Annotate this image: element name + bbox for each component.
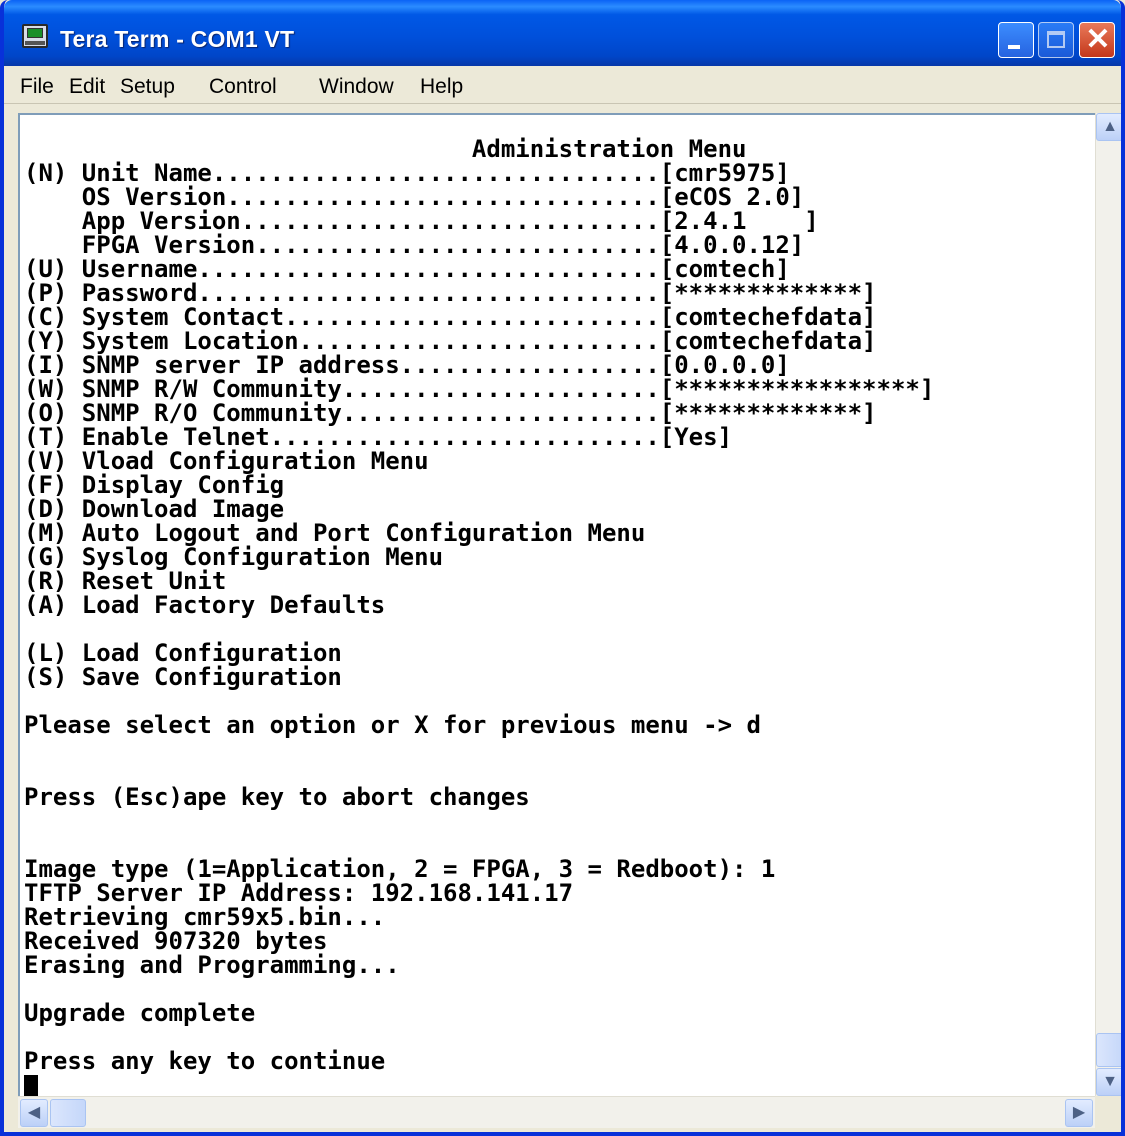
menu-setup[interactable]: Setup [120,75,175,99]
terminal-line: App Version.............................… [24,207,819,235]
terminal-screen[interactable]: Administration Menu (N) Unit Name.......… [18,113,1095,1096]
terminal-line: Retrieving cmr59x5.bin... [24,903,386,931]
terminal-line: (W) SNMP R/W Community..................… [24,375,935,403]
terminal-line: (D) Download Image [24,495,285,523]
terminal-line: (P) Password............................… [24,279,877,307]
terminal-line: (T) Enable Telnet.......................… [24,423,733,451]
terminal-line: (O) SNMP R/O Community..................… [24,399,877,427]
scroll-right-button[interactable]: ▶ [1065,1099,1093,1127]
menu-file[interactable]: File [20,75,54,99]
resize-grip[interactable] [1098,1099,1121,1125]
scroll-down-button[interactable]: ▼ [1096,1068,1121,1096]
close-icon: ✕ [1085,23,1111,56]
minimize-icon [1008,45,1020,49]
terminal-line: (S) Save Configuration [24,663,342,691]
maximize-button[interactable] [1038,22,1074,58]
terminal-line: (Y) System Location.....................… [24,327,877,355]
scroll-thumb-horizontal[interactable] [50,1099,86,1127]
scroll-left-button[interactable]: ◀ [20,1099,48,1127]
terminal-line: (F) Display Config [24,471,285,499]
horizontal-scrollbar[interactable]: ◀ ▶ [18,1096,1095,1128]
terminal-line: Upgrade complete [24,999,256,1027]
terminal-cursor [24,1075,38,1096]
terminal-line: TFTP Server IP Address: 192.168.141.17 [24,879,574,907]
terminal-line: Image type (1=Application, 2 = FPGA, 3 =… [24,855,776,883]
menu-bar: File Edit Setup Control Window Help [4,66,1121,104]
title-bar[interactable]: Tera Term - COM1 VT ✕ [4,0,1121,66]
terminal-line: Received 907320 bytes [24,927,328,955]
scroll-up-button[interactable]: ▲ [1096,113,1121,141]
minimize-button[interactable] [998,22,1034,58]
menu-window[interactable]: Window [319,75,394,99]
close-button[interactable]: ✕ [1079,22,1115,58]
terminal-line: FPGA Version............................… [24,231,805,259]
teraterm-window: Tera Term - COM1 VT ✕ File Edit Setup Co… [0,0,1125,1136]
menu-help[interactable]: Help [420,75,463,99]
terminal-app-icon[interactable] [22,24,48,48]
terminal-line: (M) Auto Logout and Port Configuration M… [24,519,646,547]
menu-control[interactable]: Control [209,75,277,99]
terminal-line: Press (Esc)ape key to abort changes [24,783,530,811]
terminal-line: OS Version..............................… [24,183,805,211]
terminal-line: (A) Load Factory Defaults [24,591,386,619]
terminal-line: (L) Load Configuration [24,639,342,667]
scroll-thumb-vertical[interactable] [1096,1033,1121,1067]
terminal-line: (C) System Contact......................… [24,303,877,331]
terminal-line: (N) Unit Name...........................… [24,159,790,187]
maximize-icon [1047,31,1065,48]
menu-edit[interactable]: Edit [69,75,105,99]
terminal-line: Please select an option or X for previou… [24,711,761,739]
terminal-line: (I) SNMP server IP address..............… [24,351,790,379]
window-title: Tera Term - COM1 VT [60,26,295,52]
terminal-line: (V) Vload Configuration Menu [24,447,429,475]
terminal-line: (U) Username............................… [24,255,790,283]
terminal-line: Administration Menu [24,135,747,163]
terminal-line: (G) Syslog Configuration Menu [24,543,444,571]
terminal-line: Press any key to continue [24,1047,386,1075]
vertical-scrollbar[interactable]: ▲ ▼ [1095,113,1121,1096]
terminal-line: Erasing and Programming... [24,951,400,979]
terminal-line: (R) Reset Unit [24,567,227,595]
